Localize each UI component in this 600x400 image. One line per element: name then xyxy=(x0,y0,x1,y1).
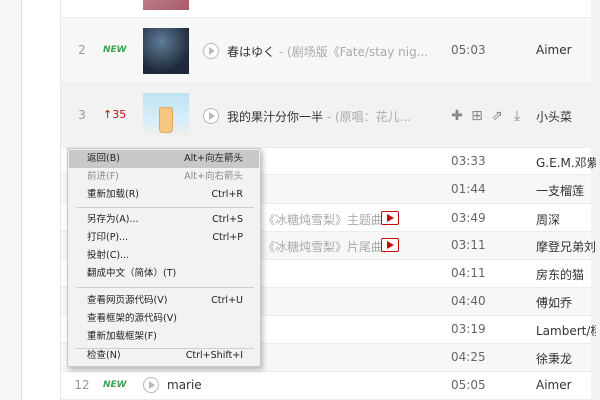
artist-link[interactable]: 周深 xyxy=(536,211,596,228)
menu-item-view-source[interactable]: 查看网页源代码(V) Ctrl+U xyxy=(69,292,259,310)
menu-item-reload[interactable]: 重新加载(R) Ctrl+R xyxy=(69,186,259,204)
duration: 04:11 xyxy=(451,266,486,280)
song-title[interactable]: 我的果汁分你一半 - (原唱：花儿... xyxy=(227,108,442,125)
menu-label: 查看框架的源代码(V) xyxy=(87,313,177,324)
table-row[interactable]: 2 NEW 春はゆく - (剧场版《Fate/stay nig... 05:03… xyxy=(61,18,591,84)
play-icon[interactable] xyxy=(203,43,219,59)
artist-link[interactable]: Aimer xyxy=(536,43,596,57)
menu-label: 打印(P)... xyxy=(87,232,129,243)
duration: 03:33 xyxy=(451,154,486,168)
album-cover[interactable] xyxy=(143,0,189,10)
menu-item-save-as[interactable]: 另存为(A)... Ctrl+S xyxy=(69,211,259,229)
duration: 04:40 xyxy=(451,294,486,308)
artist-link[interactable]: 小头菜 xyxy=(536,108,596,125)
duration: 03:49 xyxy=(451,211,486,225)
left-gutter xyxy=(0,0,22,400)
scrollbar[interactable] xyxy=(590,0,600,400)
duration: 04:25 xyxy=(451,350,486,364)
menu-item-forward[interactable]: 前进(F) Alt+向右箭头 xyxy=(69,168,259,186)
menu-item-inspect[interactable]: 检查(N) Ctrl+Shift+I xyxy=(69,347,259,365)
menu-label: 检查(N) xyxy=(87,350,121,361)
menu-shortcut: Ctrl+S xyxy=(212,214,243,225)
song-title[interactable]: 春はゆく - (剧场版《Fate/stay nig... xyxy=(227,43,442,60)
menu-shortcut: Alt+向右箭头 xyxy=(184,171,243,182)
menu-shortcut: Alt+向左箭头 xyxy=(184,153,243,164)
duration: 03:19 xyxy=(451,322,486,336)
add-icon[interactable]: ✚ xyxy=(449,108,465,124)
duration: 05:05 xyxy=(451,378,486,392)
artist-link[interactable]: 摩登兄弟刘宇宁 xyxy=(536,238,596,255)
menu-item-print[interactable]: 打印(P)... Ctrl+P xyxy=(69,229,259,247)
menu-label: 查看网页源代码(V) xyxy=(87,295,168,306)
play-icon[interactable] xyxy=(203,108,219,124)
album-cover[interactable] xyxy=(143,93,189,139)
mv-icon[interactable] xyxy=(381,238,399,252)
menu-label: 重新加载(R) xyxy=(87,189,140,200)
menu-separator xyxy=(76,207,254,208)
context-menu: 返回(B) Alt+向左箭头 前进(F) Alt+向右箭头 重新加载(R) Ct… xyxy=(67,148,261,367)
menu-label: 翻成中文（简体）(T) xyxy=(87,268,177,279)
album-cover[interactable] xyxy=(143,28,189,74)
menu-shortcut: Ctrl+U xyxy=(211,295,243,306)
artist-link[interactable]: G.E.M.邓紫棋 xyxy=(536,154,596,171)
song-title[interactable]: marie xyxy=(167,378,367,392)
add-to-folder-icon[interactable]: ⊞ xyxy=(469,108,485,124)
menu-shortcut: Ctrl+R xyxy=(211,189,243,200)
menu-label: 前进(F) xyxy=(87,171,119,182)
menu-item-cast[interactable]: 投射(C)... xyxy=(69,247,259,265)
mv-icon[interactable] xyxy=(381,211,399,225)
menu-label: 投射(C)... xyxy=(87,250,130,261)
rank-number: 12 xyxy=(74,378,90,392)
menu-label: 重新加载框架(F) xyxy=(87,331,157,342)
new-badge: NEW xyxy=(103,380,127,390)
duration: 01:44 xyxy=(451,182,486,196)
menu-item-translate[interactable]: 翻成中文（简体）(T) xyxy=(69,265,259,283)
song-subtitle: 《冰糖炖雪梨》片尾曲) xyxy=(263,240,388,254)
download-icon[interactable]: ⤓ xyxy=(509,108,525,124)
menu-item-back[interactable]: 返回(B) Alt+向左箭头 xyxy=(69,150,259,168)
rank-change: ↑35 xyxy=(103,108,127,121)
artist-link[interactable]: 一支榴莲 xyxy=(536,182,596,199)
duration: 03:11 xyxy=(451,238,486,252)
artist-link[interactable]: 傅如乔 xyxy=(536,294,596,311)
menu-label: 返回(B) xyxy=(87,153,120,164)
menu-item-view-frame-source[interactable]: 查看框架的源代码(V) xyxy=(69,310,259,328)
bottle-illustration xyxy=(159,107,173,133)
rank-number: 2 xyxy=(78,43,86,57)
table-row[interactable]: 12 NEW marie 05:05 Aimer xyxy=(61,372,591,400)
rank-number: 3 xyxy=(78,108,86,122)
new-badge: NEW xyxy=(103,45,127,55)
artist-link[interactable]: 房东的猫 xyxy=(536,266,596,283)
menu-shortcut: Ctrl+Shift+I xyxy=(185,350,243,361)
share-icon[interactable]: ⇗ xyxy=(489,108,505,124)
row-actions: ✚ ⊞ ⇗ ⤓ xyxy=(449,108,529,124)
table-row[interactable] xyxy=(61,0,591,18)
artist-link[interactable]: Aimer xyxy=(536,378,596,392)
song-subtitle: 《冰糖炖雪梨》主题曲) xyxy=(263,213,388,227)
duration: 05:03 xyxy=(451,43,486,57)
menu-shortcut: Ctrl+P xyxy=(212,232,243,243)
artist-link[interactable]: Lambert/杨胖雨 xyxy=(536,322,596,339)
menu-item-reload-frame[interactable]: 重新加载框架(F) xyxy=(69,328,259,346)
menu-separator xyxy=(76,287,254,288)
menu-label: 另存为(A)... xyxy=(87,214,139,225)
play-icon[interactable] xyxy=(143,377,159,393)
artist-link[interactable]: 徐秉龙 xyxy=(536,350,596,367)
